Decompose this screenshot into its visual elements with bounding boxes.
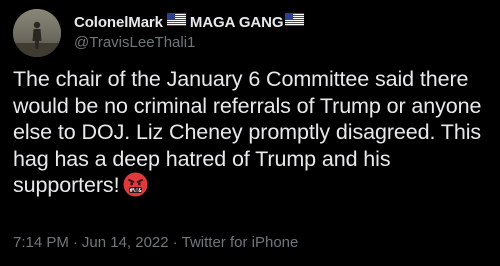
svg-text:#%!&: #%!& bbox=[130, 188, 143, 194]
us-flag-icon bbox=[285, 13, 305, 31]
tweet-card: ColonelMark MAGA GANG @TravisLeeThali1 T… bbox=[0, 0, 500, 266]
display-name[interactable]: ColonelMark bbox=[74, 14, 163, 31]
tweet-text: The chair of the January 6 Committee sai… bbox=[13, 67, 482, 197]
tweet-metadata: 7:14 PM · Jun 14, 2022 · Twitter for iPhone bbox=[13, 234, 298, 251]
display-name-suffix[interactable]: MAGA GANG bbox=[190, 14, 284, 31]
us-flag-icon bbox=[166, 13, 186, 31]
user-names: ColonelMark MAGA GANG @TravisLeeThali1 bbox=[74, 12, 305, 51]
display-name-row[interactable]: ColonelMark MAGA GANG bbox=[74, 12, 305, 32]
tweet-time[interactable]: 7:14 PM bbox=[13, 234, 69, 251]
tweet-date[interactable]: Jun 14, 2022 bbox=[82, 234, 169, 251]
face-with-symbols-on-mouth-icon: #%!& bbox=[123, 172, 148, 204]
tweet-source[interactable]: Twitter for iPhone bbox=[182, 234, 299, 251]
tweet-text-block: The chair of the January 6 Committee sai… bbox=[13, 66, 491, 204]
user-handle[interactable]: @TravisLeeThali1 bbox=[74, 34, 304, 51]
separator: · bbox=[72, 234, 78, 251]
separator: · bbox=[172, 234, 178, 251]
avatar[interactable] bbox=[13, 9, 61, 57]
